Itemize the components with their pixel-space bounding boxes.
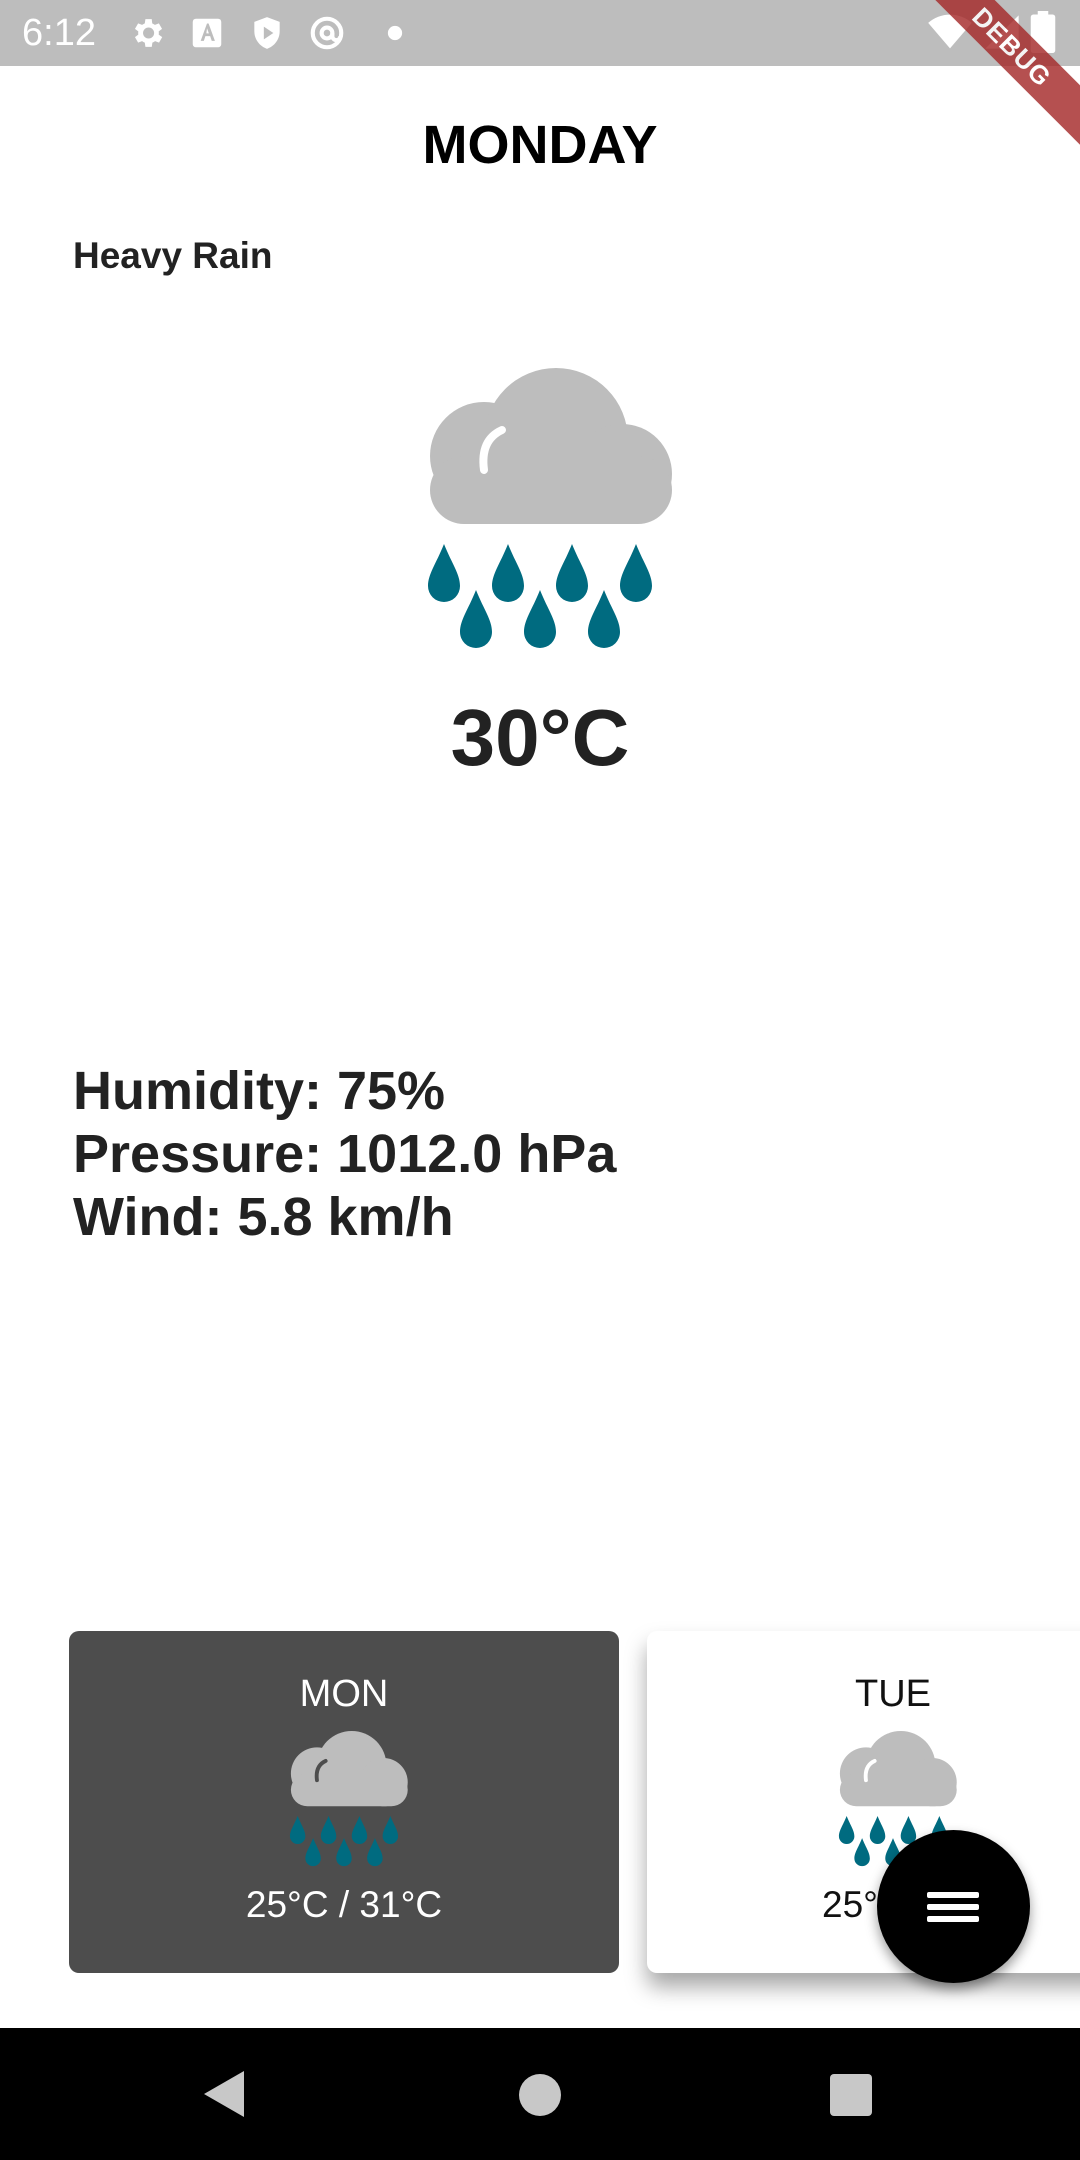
humidity-text: Humidity: 75% <box>73 1061 446 1121</box>
at-sign-icon <box>310 16 344 50</box>
navigation-bar <box>0 2028 1080 2160</box>
forecast-day-label: MON <box>299 1673 389 1715</box>
wind-text: Wind: 5.8 km/h <box>73 1187 454 1247</box>
heavy-rain-icon <box>289 1731 408 1867</box>
recents-icon[interactable] <box>830 2074 872 2116</box>
weather-condition: Heavy Rain <box>73 235 273 276</box>
status-bar: 6:12 <box>0 0 1080 66</box>
current-temperature: 30°C <box>450 693 630 782</box>
back-icon[interactable] <box>204 2071 244 2117</box>
settings-icon <box>134 19 163 47</box>
weather-details: Humidity: 75% Pressure: 1012.0 hPa Wind:… <box>73 1060 616 1249</box>
heavy-rain-icon <box>428 368 672 648</box>
forecast-day-label: TUE <box>855 1673 931 1715</box>
status-time: 6:12 <box>22 12 96 54</box>
forecast-temp-range: 25° <box>822 1884 878 1925</box>
app-screen: 6:12 DEBUG MONDAY Heavy Rain 30°C Humidi… <box>0 0 1080 2160</box>
font-download-icon <box>192 18 222 48</box>
forecast-temp-range: 25°C / 31°C <box>245 1884 443 1925</box>
shield-play-icon <box>254 17 280 49</box>
home-icon[interactable] <box>519 2074 561 2116</box>
forecast-card-mon[interactable]: MON 25°C / 31°C <box>69 1631 619 1973</box>
menu-button[interactable] <box>877 1830 1030 1983</box>
day-title: MONDAY <box>422 115 658 175</box>
pressure-text: Pressure: 1012.0 hPa <box>73 1124 617 1184</box>
dot-icon <box>387 25 403 41</box>
